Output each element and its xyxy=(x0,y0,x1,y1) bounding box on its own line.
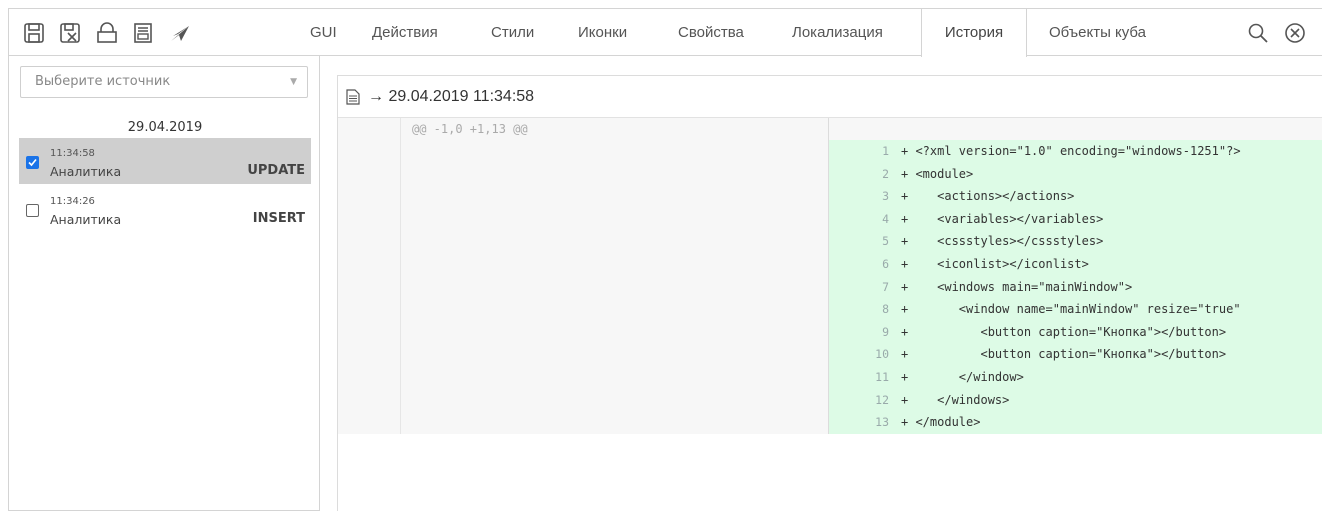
diff-line: 2 + <module> xyxy=(829,163,1322,185)
line-code: + <variables></variables> xyxy=(901,211,1104,226)
diff-line: 9 + <button caption="Кнопка"></button> xyxy=(829,321,1322,343)
line-code: + </module> xyxy=(901,415,981,430)
send-icon[interactable] xyxy=(169,22,191,44)
diff-line: 11 + </window> xyxy=(829,366,1322,388)
history-item-time: 11:34:26 xyxy=(50,196,95,207)
history-item-time: 11:34:58 xyxy=(50,148,95,159)
line-number: 12 xyxy=(875,392,889,407)
chevron-down-icon: ▼ xyxy=(290,77,297,87)
history-date: 29.04.2019 xyxy=(127,120,203,135)
history-item-action: INSERT xyxy=(252,211,305,226)
search-icon[interactable] xyxy=(1247,22,1269,44)
line-code: + <actions></actions> xyxy=(901,189,1075,204)
hunk-right-cell xyxy=(829,118,1322,140)
line-number: 8 xyxy=(882,302,889,317)
diff-body: @@ -1,0 +1,13 @@ 1 + <?xml version="1.0" … xyxy=(338,118,1322,510)
save-as-icon[interactable] xyxy=(59,22,81,44)
diff-header: → 29.04.2019 11:34:58 xyxy=(338,76,1322,118)
tab-actions[interactable]: Действия xyxy=(372,9,438,56)
line-number: 5 xyxy=(882,234,889,249)
line-number: 7 xyxy=(882,279,889,294)
report-icon[interactable] xyxy=(132,22,154,44)
source-select[interactable]: Выберите источник ▼ xyxy=(20,66,308,98)
history-panel: Выберите источник ▼ 29.04.2019 11:34:58 … xyxy=(8,56,320,511)
diff-line: 1 + <?xml version="1.0" encoding="windows… xyxy=(829,140,1322,162)
old-code-column xyxy=(401,118,829,434)
diff-line: 5 + <cssstyles></cssstyles> xyxy=(829,230,1322,252)
line-code: + </window> xyxy=(901,370,1024,384)
diff-line: 12 + </windows> xyxy=(829,389,1322,411)
line-number: 2 xyxy=(882,166,889,181)
tab-gui[interactable]: GUI xyxy=(310,9,337,56)
line-number: 4 xyxy=(882,211,889,226)
source-select-placeholder: Выберите источник xyxy=(35,74,171,89)
line-number: 3 xyxy=(882,189,889,204)
line-number: 6 xyxy=(882,257,889,271)
history-item-checkbox[interactable] xyxy=(26,204,39,217)
history-item[interactable]: 11:34:58 Аналитика UPDATE xyxy=(19,138,311,184)
tab-history[interactable]: История xyxy=(921,9,1027,57)
line-number: 9 xyxy=(882,324,889,339)
line-number: 13 xyxy=(875,415,889,430)
line-code: + <cssstyles></cssstyles> xyxy=(901,234,1104,249)
diff-line: 4 + <variables></variables> xyxy=(829,208,1322,230)
tab-icons[interactable]: Иконки xyxy=(578,9,627,56)
history-item-action: UPDATE xyxy=(247,163,305,178)
close-icon[interactable] xyxy=(1284,22,1306,44)
save-icon[interactable] xyxy=(23,22,45,44)
line-code: + <button caption="Кнопка"></button> xyxy=(901,347,1227,362)
line-number: 1 xyxy=(882,144,889,158)
diff-line: 8 + <window name="mainWindow" resize="tru… xyxy=(829,298,1322,320)
diff-line: 10 + <button caption="Кнопка"></button> xyxy=(829,343,1322,365)
line-number: 10 xyxy=(875,347,889,362)
history-item-checkbox[interactable] xyxy=(26,156,39,169)
line-code: + <?xml version="1.0" encoding="windows-… xyxy=(901,144,1241,158)
line-code: + <window name="mainWindow" resize="true… xyxy=(901,302,1241,317)
history-item-name: Аналитика xyxy=(50,164,122,179)
tab-styles[interactable]: Стили xyxy=(491,9,534,56)
tab-properties[interactable]: Свойства xyxy=(678,9,744,56)
lock-icon[interactable] xyxy=(96,22,118,44)
line-code: + <button caption="Кнопка"></button> xyxy=(901,324,1227,339)
hunk-header-row: @@ -1,0 +1,13 @@ xyxy=(338,118,1322,140)
diff-line: 6 + <iconlist></iconlist> xyxy=(829,253,1322,275)
file-icon xyxy=(346,89,360,105)
line-number: 11 xyxy=(875,370,889,384)
tab-cube-objects[interactable]: Объекты куба xyxy=(1049,9,1146,56)
tab-localization[interactable]: Локализация xyxy=(792,9,883,56)
diff-panel: → 29.04.2019 11:34:58 @@ -1,0 +1,13 @@ 1… xyxy=(337,75,1322,511)
diff-line: 13 + </module> xyxy=(829,411,1322,433)
diff-line: 7 + <windows main="mainWindow"> xyxy=(829,276,1322,298)
line-code: + <module> xyxy=(901,166,974,181)
old-line-numbers xyxy=(338,118,401,434)
hunk-header: @@ -1,0 +1,13 @@ xyxy=(412,122,528,136)
top-toolbar: GUI Действия Стили Иконки Свойства Локал… xyxy=(8,8,1322,57)
history-item-name: Аналитика xyxy=(50,212,122,227)
line-code: + </windows> xyxy=(901,392,1010,407)
history-item[interactable]: 11:34:26 Аналитика INSERT xyxy=(19,186,311,232)
line-code: + <windows main="mainWindow"> xyxy=(901,279,1133,294)
diff-title: → 29.04.2019 11:34:58 xyxy=(368,88,535,105)
line-code: + <iconlist></iconlist> xyxy=(901,257,1089,271)
diff-line: 3 + <actions></actions> xyxy=(829,185,1322,207)
